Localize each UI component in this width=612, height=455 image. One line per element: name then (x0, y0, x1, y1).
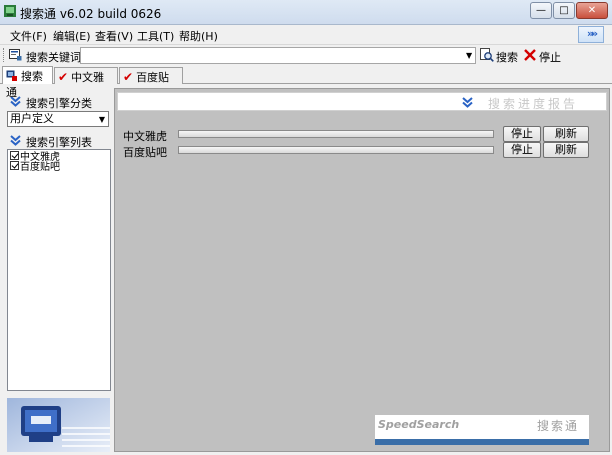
menu-edit[interactable]: 编辑(E) (53, 28, 91, 44)
tab-strip: 搜索通 ✔中文雅虎 ✔百度贴吧 (0, 66, 612, 100)
engine-checkbox[interactable] (10, 161, 19, 170)
category-select[interactable]: 用户定义 ▼ (7, 111, 109, 127)
keyword-label: 搜索关键词 (26, 51, 81, 64)
refresh-button[interactable]: 刷新 (543, 142, 589, 158)
search-button[interactable]: 搜索 (496, 49, 518, 65)
engine-list: 中文雅虎 百度贴吧 (7, 149, 111, 391)
close-button[interactable]: ✕ (576, 2, 608, 19)
search-toolbar: 搜索关键词 ▼ 搜索 停止 (0, 45, 612, 66)
engine-checkbox[interactable] (10, 151, 19, 160)
report-title: 搜索进度报告 (487, 97, 578, 111)
stop-button[interactable]: 停止 (539, 49, 561, 65)
tab-search-main[interactable]: 搜索通 (2, 66, 53, 99)
stop-button[interactable]: 停止 (503, 126, 541, 142)
engine-progress-row: 百度贴吧 停止 刷新 (121, 142, 605, 159)
window-title: 搜索通 v6.02 build 0626 (20, 7, 162, 21)
menu-bar: 文件(F) 编辑(E) 查看(V) 工具(T) 帮助(H) »» (0, 25, 612, 45)
menu-help[interactable]: 帮助(H) (179, 28, 218, 44)
category-selected: 用户定义 (10, 112, 54, 125)
search-icon[interactable] (480, 48, 494, 62)
brand-banner: SpeedSearch 搜索通 (375, 415, 589, 445)
menu-view[interactable]: 查看(V) (95, 28, 133, 44)
toolbar-overflow-button[interactable]: »» (578, 26, 604, 43)
engine-label: 百度贴吧 (20, 162, 60, 173)
report-header: 搜索进度报告 (117, 92, 607, 111)
engine-progress-row: 中文雅虎 停止 刷新 (121, 126, 605, 143)
chevron-down-icon (10, 135, 21, 146)
chevron-down-icon[interactable] (462, 97, 473, 108)
keyword-dropdown-icon[interactable]: ▼ (466, 51, 472, 60)
tab-baidu-tieba[interactable]: ✔百度贴吧 (119, 67, 183, 100)
list-item[interactable]: 百度贴吧 (10, 161, 60, 173)
minimize-button[interactable]: — (530, 2, 552, 19)
engine-name: 百度贴吧 (123, 146, 167, 159)
menu-tools[interactable]: 工具(T) (137, 28, 174, 44)
computer-logo-image (7, 398, 110, 452)
brand-english: SpeedSearch (378, 418, 460, 431)
app-icon (6, 70, 17, 81)
progress-bar (178, 130, 494, 138)
menu-file[interactable]: 文件(F) (10, 28, 47, 44)
keyword-icon (9, 49, 22, 61)
app-icon (4, 5, 16, 17)
red-check-icon: ✔ (58, 70, 69, 84)
title-bar: 搜索通 v6.02 build 0626 — □ ✕ (0, 0, 612, 25)
report-panel: 搜索进度报告 中文雅虎 停止 刷新 百度贴吧 停止 刷新 SpeedSearch… (114, 88, 610, 452)
refresh-button[interactable]: 刷新 (543, 126, 589, 142)
sidebar: 搜索引擎分类 用户定义 ▼ 搜索引擎列表 中文雅虎 百度贴吧 (2, 86, 112, 452)
red-check-icon: ✔ (123, 70, 134, 84)
category-title: 搜索引擎分类 (26, 97, 92, 110)
brand-chinese: 搜索通 (536, 419, 579, 433)
engine-list-title: 搜索引擎列表 (26, 136, 92, 149)
toolbar-grip[interactable] (3, 48, 6, 62)
dropdown-arrow-icon: ▼ (98, 115, 105, 124)
tab-yahoo-cn[interactable]: ✔中文雅虎 (54, 67, 118, 100)
stop-button[interactable]: 停止 (503, 142, 541, 158)
stop-icon[interactable] (523, 48, 537, 62)
keyword-input[interactable] (80, 47, 476, 64)
maximize-button[interactable]: □ (553, 2, 575, 19)
progress-bar (178, 146, 494, 154)
